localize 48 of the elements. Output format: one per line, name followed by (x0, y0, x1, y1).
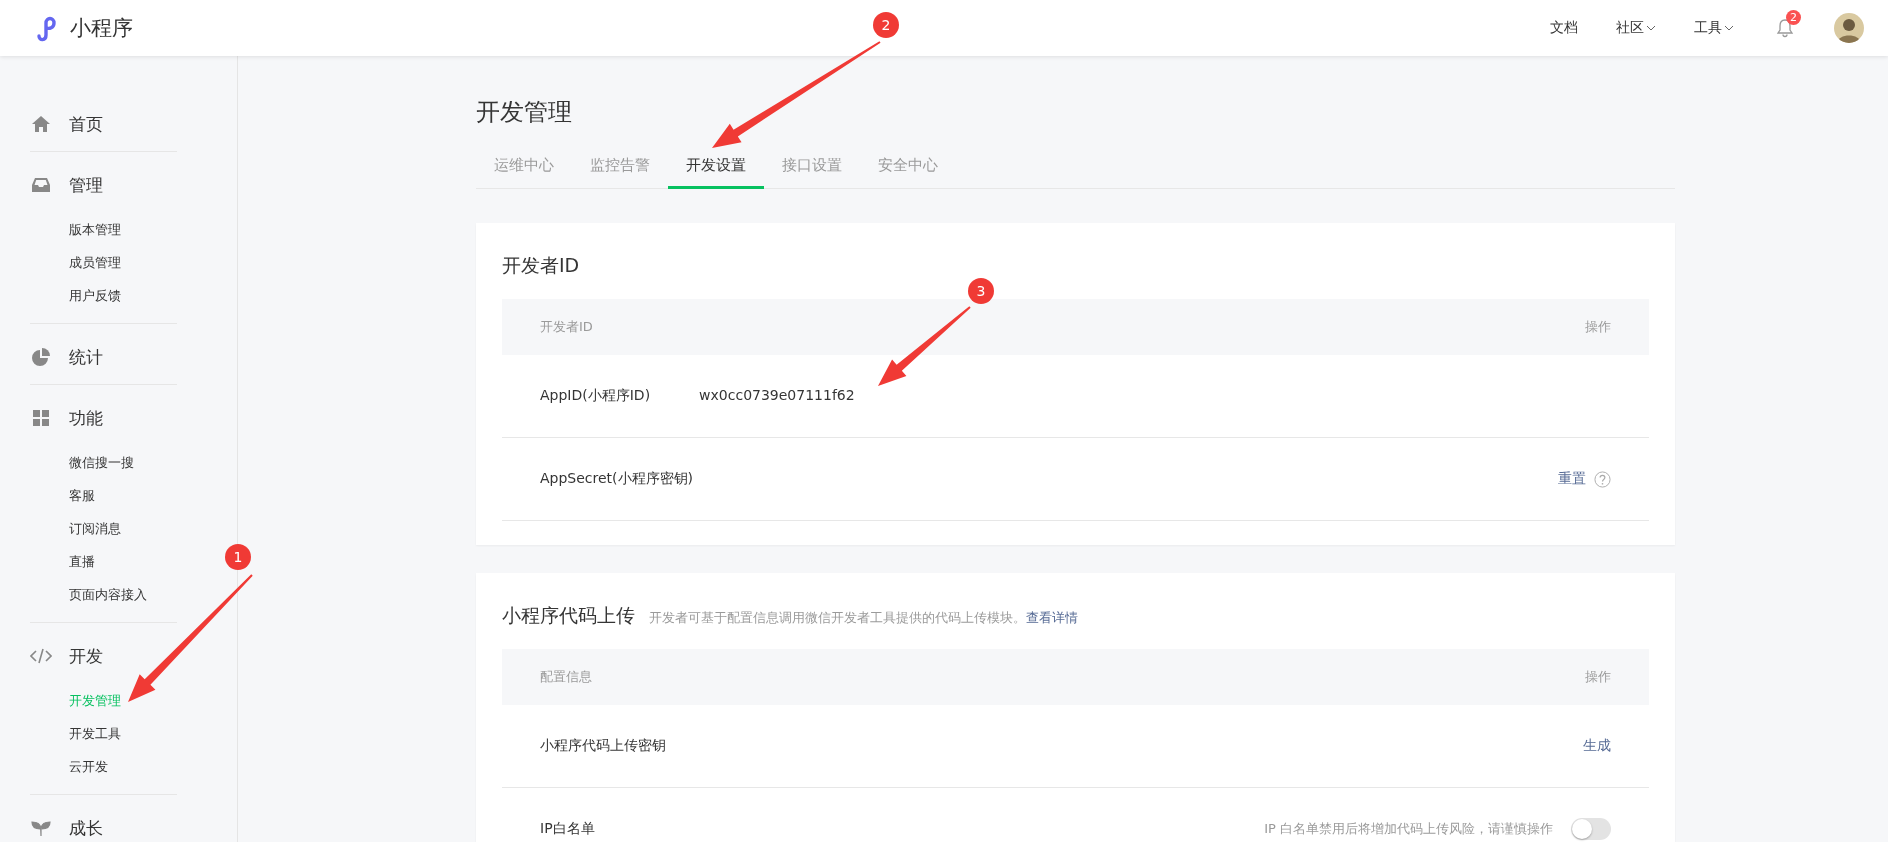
grid-icon (30, 408, 52, 428)
column-header: 操作 (1585, 318, 1611, 336)
row-label: 小程序代码上传密钥 (540, 737, 666, 755)
column-header: 操作 (1585, 668, 1611, 686)
action-link[interactable]: 生成 (1583, 737, 1611, 755)
sidebar-item[interactable]: 订阅消息 (69, 512, 177, 545)
toggle-switch[interactable] (1571, 818, 1611, 840)
app-name: 小程序 (70, 15, 133, 42)
details-link[interactable]: 查看详情 (1026, 610, 1078, 625)
sidebar-item[interactable]: 成员管理 (69, 246, 177, 279)
sidebar-item[interactable]: 用户反馈 (69, 279, 177, 312)
sidebar-item[interactable]: 成长 (30, 812, 177, 842)
sidebar-item[interactable]: 云开发 (69, 750, 177, 783)
row-label: AppID(小程序ID) (540, 387, 651, 405)
sidebar-item[interactable]: 版本管理 (69, 213, 177, 246)
page-title: 开发管理 (476, 97, 573, 128)
home-icon (30, 114, 52, 134)
nav-link[interactable]: 社区 (1616, 19, 1656, 37)
inbox-icon (30, 175, 52, 195)
column-header: 开发者ID (540, 318, 593, 336)
row-label: IP白名单 (540, 820, 595, 838)
sidebar-item[interactable]: 首页 (30, 108, 177, 140)
notification-badge: 2 (1786, 10, 1801, 25)
sidebar-item[interactable]: 页面内容接入 (69, 578, 177, 611)
card-title: 开发者ID (502, 253, 580, 278)
sidebar-item[interactable]: 微信搜一搜 (69, 446, 177, 479)
sidebar-item[interactable]: 客服 (69, 479, 177, 512)
pie-chart-icon (30, 347, 52, 367)
column-header: 配置信息 (540, 668, 592, 686)
action-link[interactable]: 重置 (1558, 470, 1586, 488)
sidebar-item[interactable]: 统计 (30, 341, 177, 373)
nav-link[interactable]: 工具 (1694, 19, 1734, 37)
row-label: AppSecret(小程序密钥) (540, 470, 694, 488)
card-title: 小程序代码上传 (502, 603, 635, 628)
sprout-icon (30, 818, 52, 838)
help-icon[interactable] (1594, 470, 1611, 488)
sidebar-item[interactable]: 开发工具 (69, 717, 177, 750)
sidebar-item[interactable]: 直播 (69, 545, 177, 578)
sidebar-item[interactable]: 开发 (30, 640, 177, 672)
hint-text: IP 白名单禁用后将增加代码上传风险，请谨慎操作 (1264, 820, 1553, 838)
app-id-value: wx0cc0739e07111f62 (699, 387, 855, 405)
avatar[interactable] (1834, 13, 1864, 43)
card-description: 开发者可基于配置信息调用微信开发者工具提供的代码上传模块。查看详情 (649, 609, 1078, 627)
nav-link[interactable]: 文档 (1550, 19, 1578, 37)
sidebar-item[interactable]: 功能 (30, 402, 177, 434)
sidebar-item[interactable]: 管理 (30, 169, 177, 201)
annotation-badge: 1 (225, 544, 251, 570)
code-icon (30, 646, 52, 666)
